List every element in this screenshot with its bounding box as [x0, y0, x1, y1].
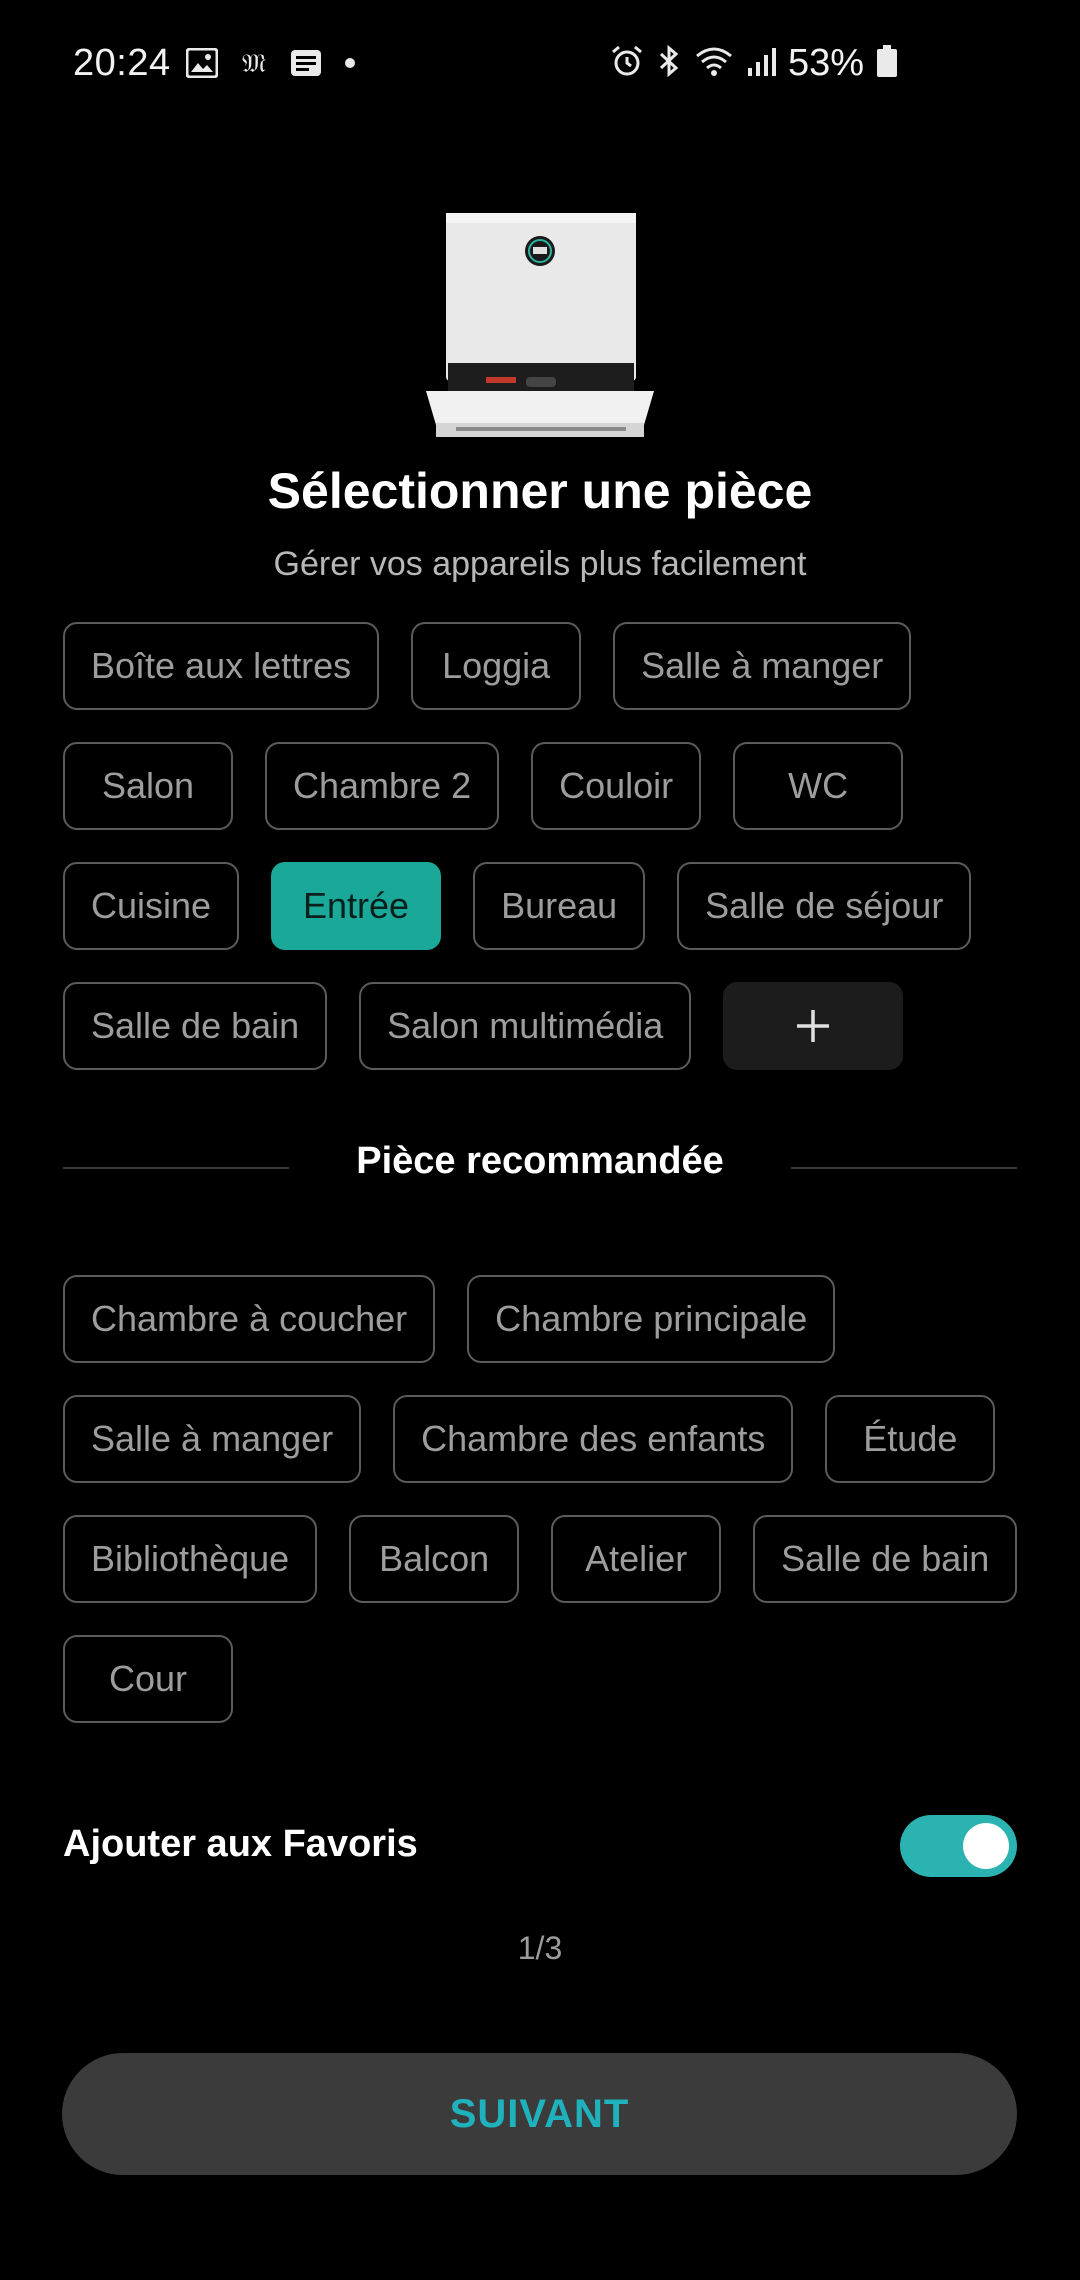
recommended-room-chip[interactable]: Balcon — [349, 1515, 520, 1603]
le-monde-icon: 𝔐 — [238, 48, 270, 83]
room-chip[interactable]: Salon — [63, 742, 233, 830]
room-chip[interactable]: Boîte aux lettres — [63, 622, 380, 710]
page-subtitle: Gérer vos appareils plus facilement — [273, 545, 807, 583]
recommended-room-chip[interactable]: Étude — [825, 1395, 996, 1483]
toggle-knob — [963, 1823, 1009, 1869]
recommended-room-list: Chambre à coucher Chambre principale Sal… — [63, 1275, 1023, 1723]
recommended-room-chip[interactable]: Bibliothèque — [63, 1515, 318, 1603]
signal-icon — [746, 44, 776, 83]
recommended-room-chip[interactable]: Chambre principale — [467, 1275, 836, 1363]
room-chip-selected[interactable]: Entrée — [271, 862, 442, 950]
recommended-room-chip[interactable]: Chambre à coucher — [63, 1275, 436, 1363]
plus-icon — [797, 1010, 830, 1042]
status-bar: 20:24 𝔐 53% — [0, 0, 1080, 130]
favorites-label: Ajouter aux Favoris — [63, 1823, 418, 1865]
room-list: Boîte aux lettres Loggia Salle à manger … — [63, 622, 1023, 1070]
recommended-room-chip[interactable]: Chambre des enfants — [393, 1395, 794, 1483]
recommended-room-chip[interactable]: Atelier — [551, 1515, 722, 1603]
notification-icons: 𝔐 — [185, 47, 358, 83]
room-chip[interactable]: Couloir — [531, 742, 702, 830]
divider-line-right — [791, 1167, 1017, 1169]
page-title: Sélectionner une pièce — [267, 463, 813, 519]
alarm-icon — [610, 44, 644, 83]
bluetooth-icon — [656, 44, 682, 83]
recommended-divider: Pièce recommandée — [63, 1140, 1017, 1200]
room-chip[interactable]: Salle à manger — [613, 622, 912, 710]
recommended-room-chip[interactable]: Salle de bain — [753, 1515, 1018, 1603]
news-icon — [290, 48, 322, 83]
room-chip[interactable]: Bureau — [473, 862, 646, 950]
room-chip[interactable]: Chambre 2 — [265, 742, 500, 830]
gallery-icon — [185, 47, 219, 83]
battery-percent: 53% — [787, 42, 864, 84]
page-indicator: 1/3 — [517, 1930, 563, 1966]
robot-vacuum-image — [426, 205, 654, 443]
add-room-button[interactable] — [723, 982, 904, 1070]
battery-icon — [876, 44, 898, 83]
room-chip[interactable]: WC — [733, 742, 904, 830]
recommended-room-chip[interactable]: Salle à manger — [63, 1395, 362, 1483]
status-time: 20:24 — [73, 42, 171, 84]
room-chip[interactable]: Salle de bain — [63, 982, 328, 1070]
room-chip[interactable]: Salon multimédia — [359, 982, 692, 1070]
system-icons: 53% — [610, 42, 898, 85]
room-chip[interactable]: Salle de séjour — [677, 862, 972, 950]
wifi-icon — [694, 44, 734, 83]
dot-icon — [342, 48, 358, 83]
svg-text:𝔐: 𝔐 — [242, 49, 266, 78]
recommended-heading: Pièce recommandée — [356, 1140, 724, 1182]
room-chip[interactable]: Cuisine — [63, 862, 240, 950]
room-chip[interactable]: Loggia — [411, 622, 582, 710]
next-button[interactable]: SUIVANT — [62, 2053, 1017, 2175]
favorites-toggle[interactable] — [900, 1815, 1017, 1877]
recommended-room-chip[interactable]: Cour — [63, 1635, 233, 1723]
